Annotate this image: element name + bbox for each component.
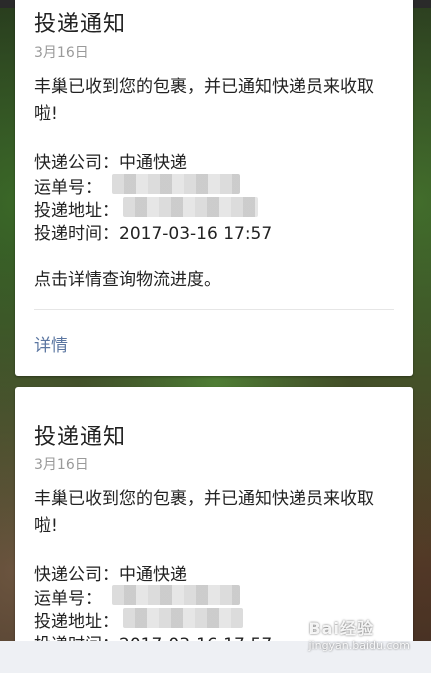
card-title: 投递通知 (34, 425, 127, 450)
card-divider (34, 309, 394, 310)
courier-label: 快递公司： (34, 565, 119, 585)
baidu-jingyan-watermark: Bai经验 jingyan.baidu.com (300, 618, 410, 652)
details-link[interactable]: 详情 (34, 331, 68, 356)
redacted-tracking-number (112, 585, 240, 605)
address-row: 投递地址： (34, 607, 119, 632)
card-message: 丰巢已收到您的包裹，并已通知快递员来收取啦! (34, 77, 374, 124)
time-row: 投递时间：2017-03-16 17:57 (34, 219, 272, 244)
card-title: 投递通知 (34, 12, 127, 37)
address-row: 投递地址： (34, 196, 119, 221)
paw-icon (300, 631, 304, 635)
details-hint: 点击详情查询物流进度。 (34, 270, 221, 290)
watermark-brand: Bai (308, 618, 340, 638)
courier-row: 快递公司：中通快递 (34, 148, 187, 173)
courier-value: 中通快递 (119, 565, 187, 585)
redacted-address (123, 197, 258, 217)
notification-card[interactable]: 投递通知 3月16日 丰巢已收到您的包裹，并已通知快递员来收取啦! 快递公司：中… (15, 0, 413, 376)
tracking-label: 运单号： (34, 589, 102, 609)
address-label: 投递地址： (34, 612, 119, 632)
redacted-tracking-number (112, 174, 240, 194)
redacted-address (123, 608, 243, 628)
time-value: 2017-03-16 17:57 (119, 224, 273, 244)
card-date: 3月16日 (34, 45, 89, 61)
card-date: 3月16日 (34, 457, 89, 473)
address-label: 投递地址： (34, 201, 119, 221)
tracking-label: 运单号： (34, 178, 102, 198)
watermark-site: jingyan.baidu.com (308, 638, 410, 652)
watermark-brand-suffix: 经验 (339, 618, 374, 638)
card-message: 丰巢已收到您的包裹，并已通知快递员来收取啦! (34, 489, 374, 536)
courier-row: 快递公司：中通快递 (34, 560, 187, 585)
time-label: 投递时间： (34, 224, 119, 244)
tracking-row: 运单号： (34, 584, 102, 609)
tracking-row: 运单号： (34, 173, 102, 198)
courier-label: 快递公司： (34, 153, 119, 173)
courier-value: 中通快递 (119, 153, 187, 173)
